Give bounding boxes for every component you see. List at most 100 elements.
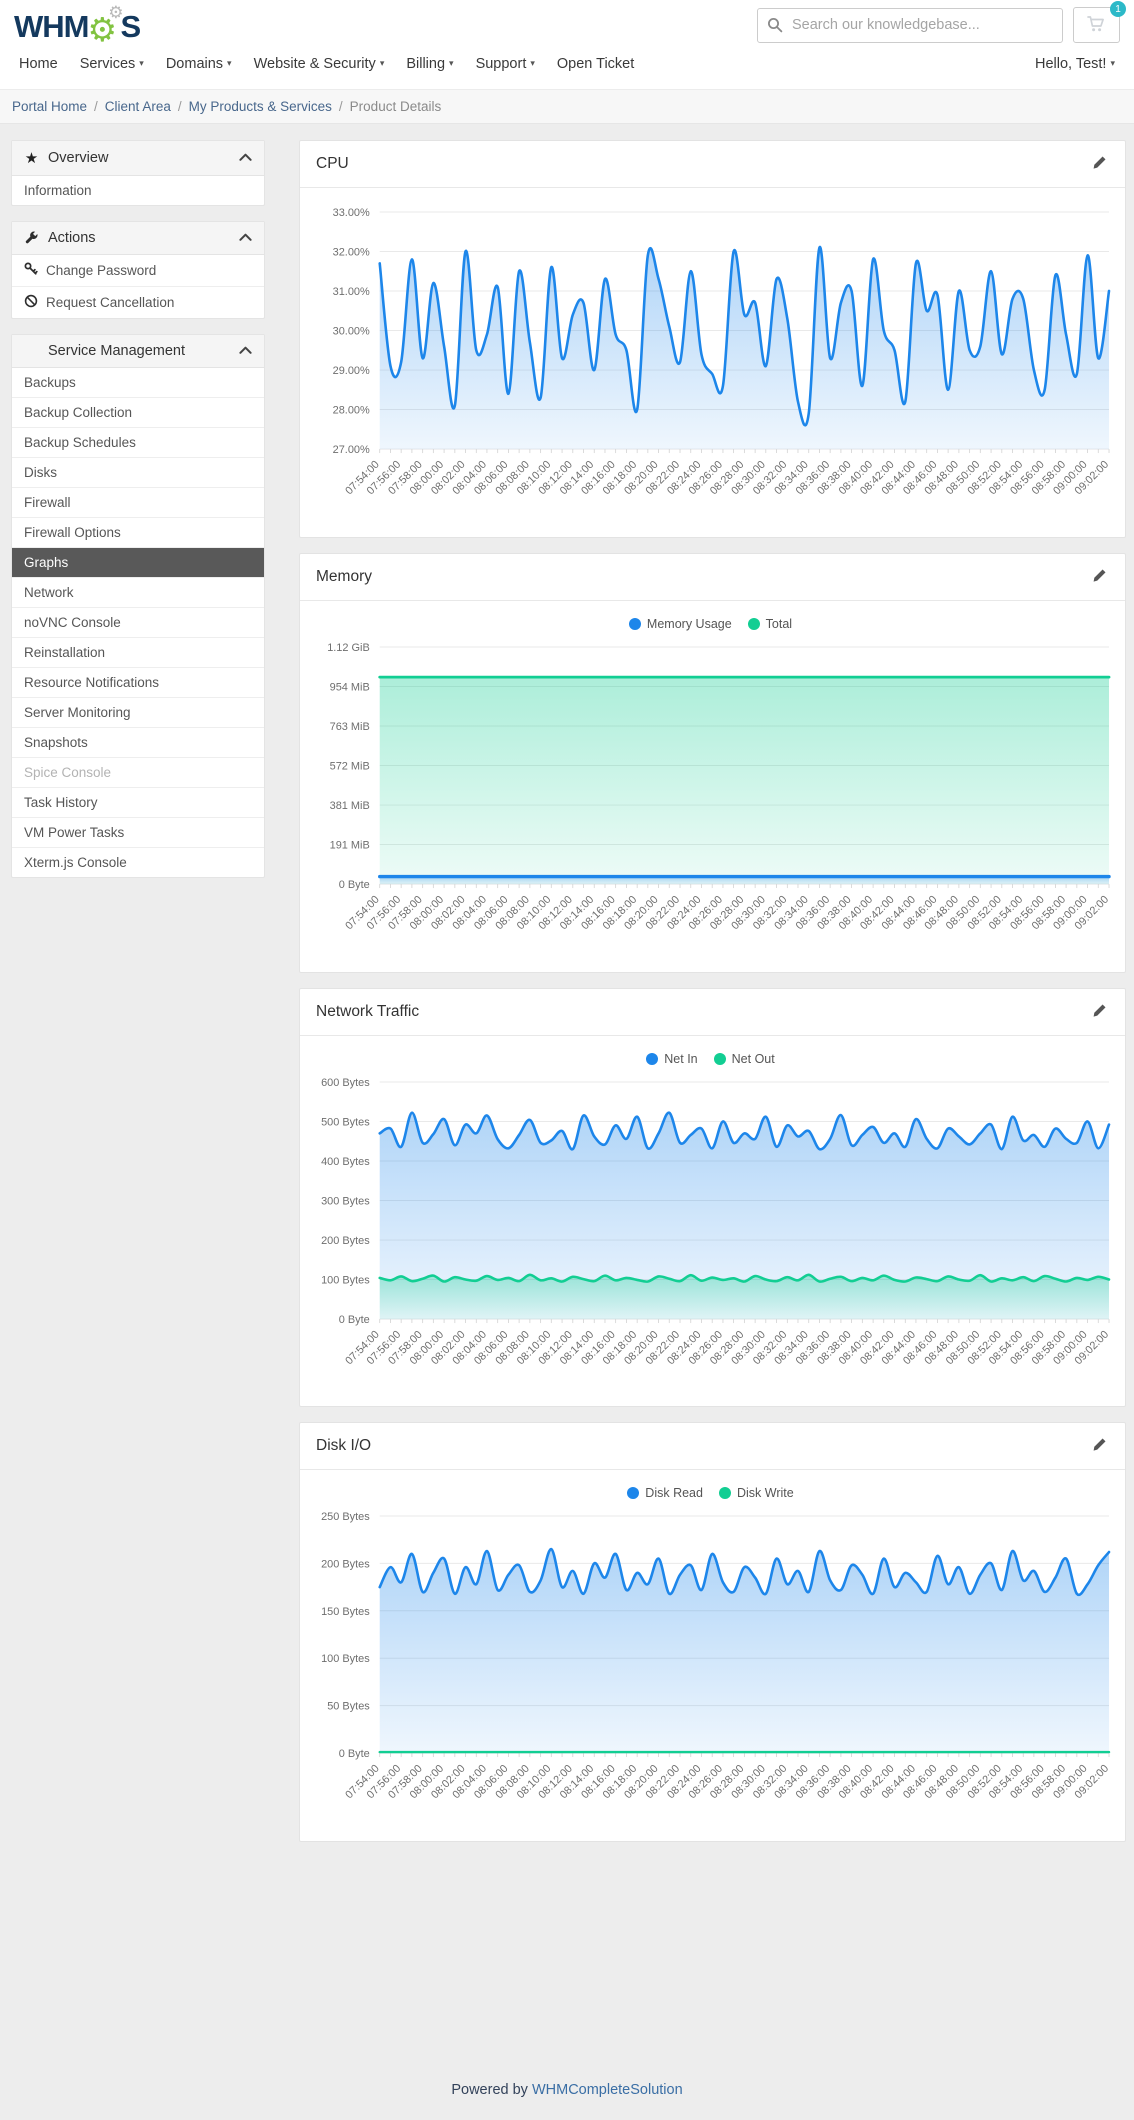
- wrench-icon: [24, 231, 39, 246]
- sidebar-item-label: Firewall: [24, 495, 71, 510]
- svg-text:200 Bytes: 200 Bytes: [321, 1235, 370, 1247]
- sidebar-item-xterm-js-console[interactable]: Xterm.js Console: [12, 848, 264, 877]
- edit-button-memory[interactable]: [1090, 566, 1109, 588]
- legend-label: Net In: [664, 1052, 697, 1066]
- legend-label: Total: [766, 617, 792, 631]
- breadcrumb-separator: /: [94, 99, 98, 114]
- sidebar-item-label: Firewall Options: [24, 525, 121, 540]
- card-title-network: Network Traffic: [316, 1003, 419, 1021]
- sidebar-panel-header-service-management[interactable]: Service Management: [12, 335, 264, 368]
- svg-text:100 Bytes: 100 Bytes: [321, 1653, 370, 1665]
- sidebar-item-label: Disks: [24, 465, 57, 480]
- chevron-up-icon: [239, 150, 252, 166]
- sidebar-item-network[interactable]: Network: [12, 578, 264, 608]
- card-header-memory: Memory: [300, 554, 1125, 601]
- legend-item-memory-usage[interactable]: Memory Usage: [629, 617, 732, 631]
- breadcrumb: Portal Home/Client Area/My Products & Se…: [0, 89, 1134, 124]
- sidebar-item-server-monitoring[interactable]: Server Monitoring: [12, 698, 264, 728]
- sidebar-panel-title: Service Management: [48, 343, 239, 359]
- sidebar-item-resource-notifications[interactable]: Resource Notifications: [12, 668, 264, 698]
- sidebar-item-firewall[interactable]: Firewall: [12, 488, 264, 518]
- svg-text:954 MiB: 954 MiB: [330, 681, 370, 693]
- legend-label: Net Out: [732, 1052, 775, 1066]
- whmcs-logo[interactable]: WHM⚙⚙S: [14, 8, 140, 42]
- edit-button-cpu[interactable]: [1090, 153, 1109, 175]
- svg-text:1.12 GiB: 1.12 GiB: [327, 642, 370, 654]
- nav-item-services[interactable]: Services▾: [69, 49, 155, 79]
- edit-button-disk[interactable]: [1090, 1435, 1109, 1457]
- search-input[interactable]: [757, 8, 1063, 43]
- legend-item-net-in[interactable]: Net In: [646, 1052, 697, 1066]
- nav-item-support[interactable]: Support▾: [465, 49, 546, 79]
- sidebar-panel-header-overview[interactable]: ★Overview: [12, 141, 264, 176]
- svg-text:250 Bytes: 250 Bytes: [321, 1511, 370, 1523]
- nav-item-billing[interactable]: Billing▾: [395, 49, 464, 79]
- nav-item-open-ticket[interactable]: Open Ticket: [546, 49, 645, 79]
- sidebar-item-graphs[interactable]: Graphs: [12, 548, 264, 578]
- sidebar-item-label: Snapshots: [24, 735, 88, 750]
- caret-down-icon: ▾: [139, 58, 144, 68]
- legend-item-disk-read[interactable]: Disk Read: [627, 1486, 703, 1500]
- sidebar-item-label: Backup Collection: [24, 405, 132, 420]
- svg-text:400 Bytes: 400 Bytes: [321, 1155, 370, 1167]
- caret-down-icon: ▾: [530, 58, 535, 68]
- svg-text:191 MiB: 191 MiB: [330, 839, 370, 851]
- sidebar-panel-header-actions[interactable]: Actions: [12, 222, 264, 255]
- nav-item-website-security[interactable]: Website & Security▾: [243, 49, 396, 79]
- card-memory: Memory Memory Usage Total 1.12 GiB 954 MiB 76…: [299, 553, 1126, 973]
- svg-text:0 Byte: 0 Byte: [339, 879, 370, 891]
- sidebar-item-backup-collection[interactable]: Backup Collection: [12, 398, 264, 428]
- svg-text:763 MiB: 763 MiB: [330, 721, 370, 733]
- sidebar-panel-title: Actions: [48, 230, 239, 246]
- breadcrumb-link-portal-home[interactable]: Portal Home: [12, 99, 87, 114]
- sidebar-item-vm-power-tasks[interactable]: VM Power Tasks: [12, 818, 264, 848]
- sidebar-item-information[interactable]: Information: [12, 176, 264, 205]
- legend-label: Disk Write: [737, 1486, 794, 1500]
- sidebar-item-firewall-options[interactable]: Firewall Options: [12, 518, 264, 548]
- sidebar-item-backup-schedules[interactable]: Backup Schedules: [12, 428, 264, 458]
- whmcompletesolution-link[interactable]: WHMCompleteSolution: [532, 2082, 683, 2098]
- sidebar-item-label: Graphs: [24, 555, 68, 570]
- legend-dot-icon: [646, 1053, 658, 1065]
- card-header-disk: Disk I/O: [300, 1423, 1125, 1470]
- cart-button[interactable]: 1: [1073, 7, 1120, 43]
- svg-text:600 Bytes: 600 Bytes: [321, 1076, 370, 1088]
- edit-button-network[interactable]: [1090, 1001, 1109, 1023]
- svg-text:31.00%: 31.00%: [333, 286, 370, 298]
- sidebar-item-label: Spice Console: [24, 765, 111, 780]
- sidebar-item-novnc-console[interactable]: noVNC Console: [12, 608, 264, 638]
- card-title-memory: Memory: [316, 568, 372, 586]
- caret-down-icon: ▾: [449, 58, 454, 68]
- svg-text:33.00%: 33.00%: [333, 207, 370, 219]
- nav-item-home[interactable]: Home: [8, 49, 69, 79]
- topbar-right: 1: [757, 7, 1120, 43]
- powered-by-text: Powered by: [451, 2082, 528, 2098]
- nav-item-domains[interactable]: Domains▾: [155, 49, 243, 79]
- svg-text:381 MiB: 381 MiB: [330, 800, 370, 812]
- sidebar-item-request-cancellation[interactable]: Request Cancellation: [12, 287, 264, 318]
- sidebar-item-spice-console[interactable]: Spice Console: [12, 758, 264, 788]
- content-area: ★OverviewInformation Actions Change Passwo…: [0, 124, 1134, 2066]
- legend-item-total[interactable]: Total: [748, 617, 792, 631]
- sidebar-item-label: Request Cancellation: [46, 295, 174, 310]
- breadcrumb-link-my-products-services[interactable]: My Products & Services: [189, 99, 332, 114]
- card-body-memory: Memory UsageTotal1.12 GiB954 MiB763 MiB5…: [300, 601, 1125, 972]
- sidebar-item-backups[interactable]: Backups: [12, 368, 264, 398]
- user-menu[interactable]: Hello, Test!▾: [1024, 49, 1126, 79]
- sidebar-item-change-password[interactable]: Change Password: [12, 255, 264, 287]
- legend-item-net-out[interactable]: Net Out: [714, 1052, 775, 1066]
- svg-text:100 Bytes: 100 Bytes: [321, 1274, 370, 1286]
- logo-text-whm: WHM: [14, 11, 88, 42]
- sidebar-panel-overview: ★OverviewInformation: [11, 140, 265, 206]
- sidebar-item-task-history[interactable]: Task History: [12, 788, 264, 818]
- star-icon: ★: [24, 149, 39, 167]
- breadcrumb-link-client-area[interactable]: Client Area: [105, 99, 171, 114]
- svg-text:0 Byte: 0 Byte: [339, 1314, 370, 1326]
- legend-item-disk-write[interactable]: Disk Write: [719, 1486, 794, 1500]
- svg-text:29.00%: 29.00%: [333, 365, 370, 377]
- sidebar-item-disks[interactable]: Disks: [12, 458, 264, 488]
- card-header-cpu: CPU: [300, 141, 1125, 188]
- sidebar-item-snapshots[interactable]: Snapshots: [12, 728, 264, 758]
- sidebar-item-reinstallation[interactable]: Reinstallation: [12, 638, 264, 668]
- sidebar-item-label: Backup Schedules: [24, 435, 136, 450]
